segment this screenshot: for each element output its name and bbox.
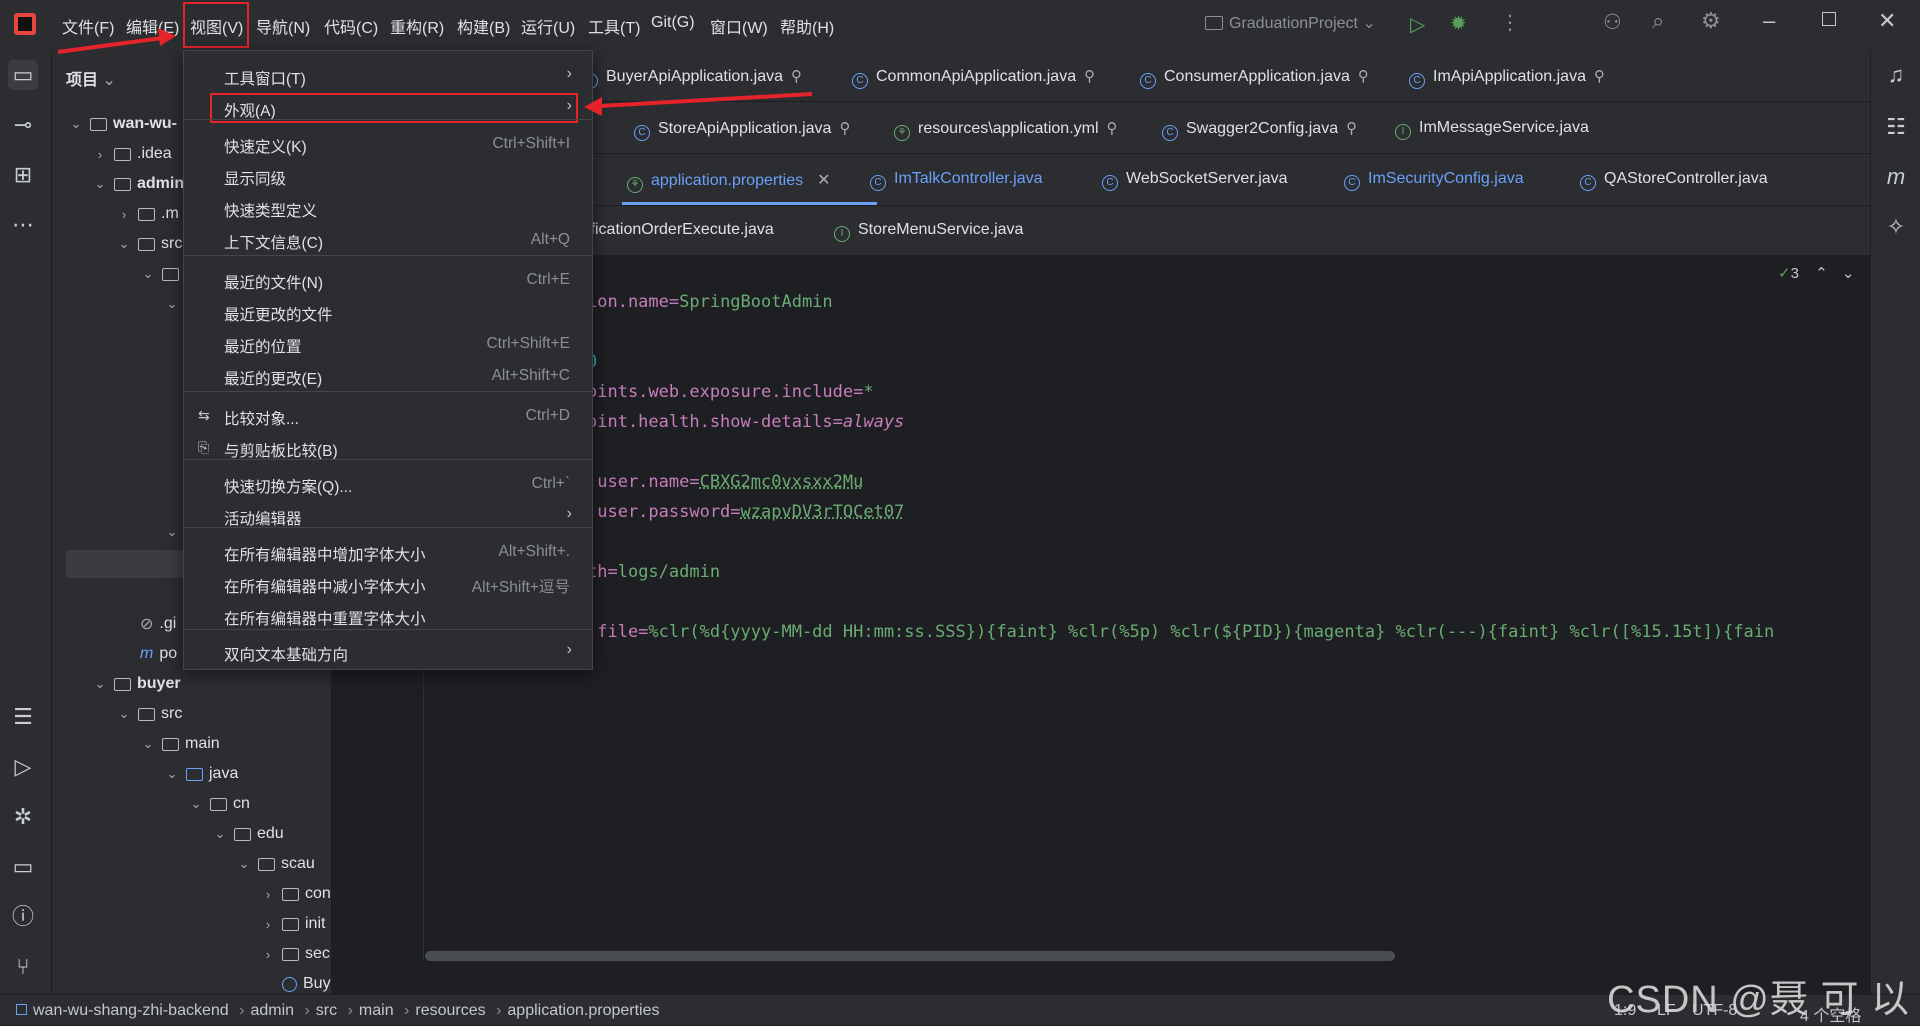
module-icon: [16, 1004, 27, 1015]
arrow-to-view-menu: [57, 36, 163, 54]
arrow-to-appearance: [599, 92, 813, 108]
arrowhead-appearance: [584, 97, 602, 116]
breadcrumb-item[interactable]: application.properties: [507, 1002, 659, 1019]
breadcrumb-item[interactable]: wan-wu-shang-zhi-backend: [33, 1002, 229, 1019]
annotation-arrows: [57, 28, 813, 116]
breadcrumb-item[interactable]: admin: [250, 1002, 294, 1019]
arrowhead-view-menu: [158, 28, 176, 46]
watermark: CSDN @聂 可 以: [1607, 979, 1910, 1021]
breadcrumb-item[interactable]: resources: [415, 1002, 485, 1019]
breadcrumb: wan-wu-shang-zhi-backend › admin › src › ma…: [16, 1002, 660, 1020]
breadcrumb-item[interactable]: src: [316, 1002, 337, 1019]
breadcrumb-item[interactable]: main: [359, 1002, 394, 1019]
